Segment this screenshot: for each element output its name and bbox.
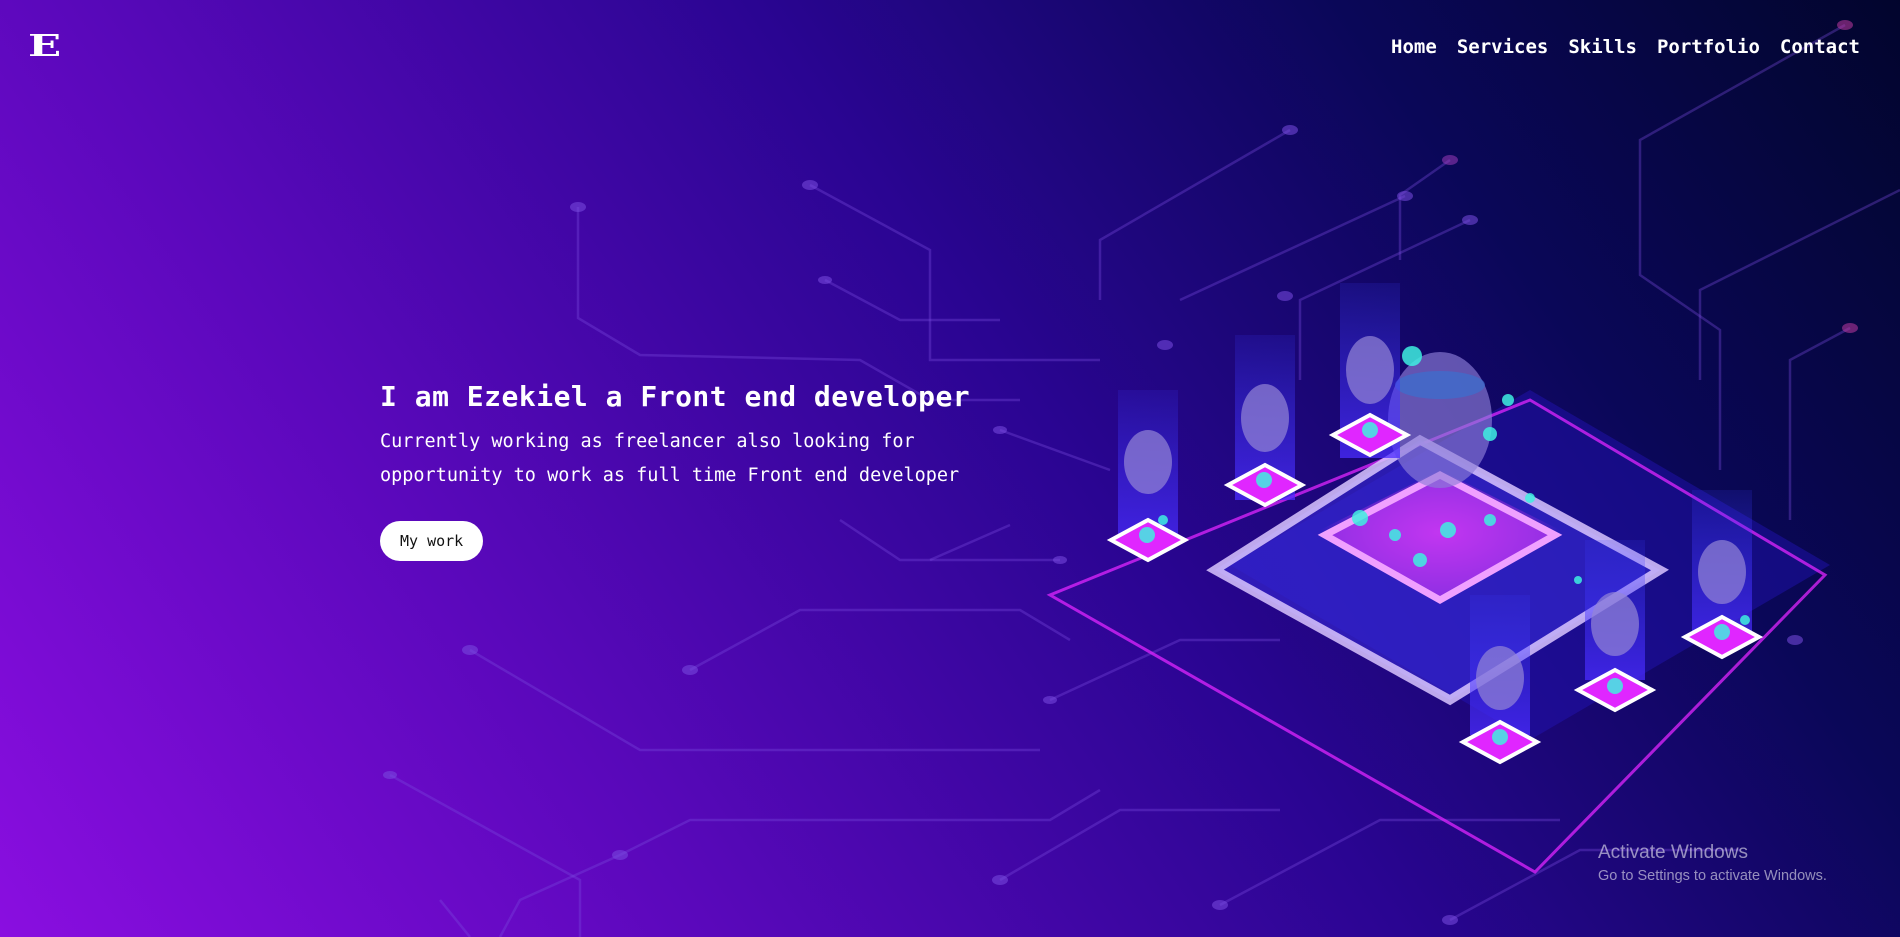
watermark-subtitle: Go to Settings to activate Windows. — [1598, 868, 1827, 884]
isometric-platform — [1046, 352, 1830, 874]
nav-contact[interactable]: Contact — [1780, 36, 1860, 58]
logo[interactable]: E — [28, 32, 63, 62]
hero-section: I am Ezekiel a Front end developer Curre… — [380, 380, 1020, 561]
pillars — [1106, 283, 1764, 765]
hero-title: I am Ezekiel a Front end developer — [380, 380, 971, 413]
particles — [1139, 346, 1750, 745]
nav-services[interactable]: Services — [1457, 36, 1549, 58]
hero-subtitle: Currently working as freelancer also loo… — [380, 431, 960, 486]
my-work-button[interactable]: My work — [380, 521, 484, 561]
nav-home[interactable]: Home — [1391, 36, 1437, 58]
watermark-title: Activate Windows — [1598, 842, 1748, 863]
main-nav: Home Services Skills Portfolio Contact — [1391, 36, 1860, 58]
windows-activation-watermark: Activate Windows Go to Settings to activ… — [1598, 842, 1827, 884]
nav-portfolio[interactable]: Portfolio — [1657, 36, 1760, 58]
nav-skills[interactable]: Skills — [1568, 36, 1637, 58]
